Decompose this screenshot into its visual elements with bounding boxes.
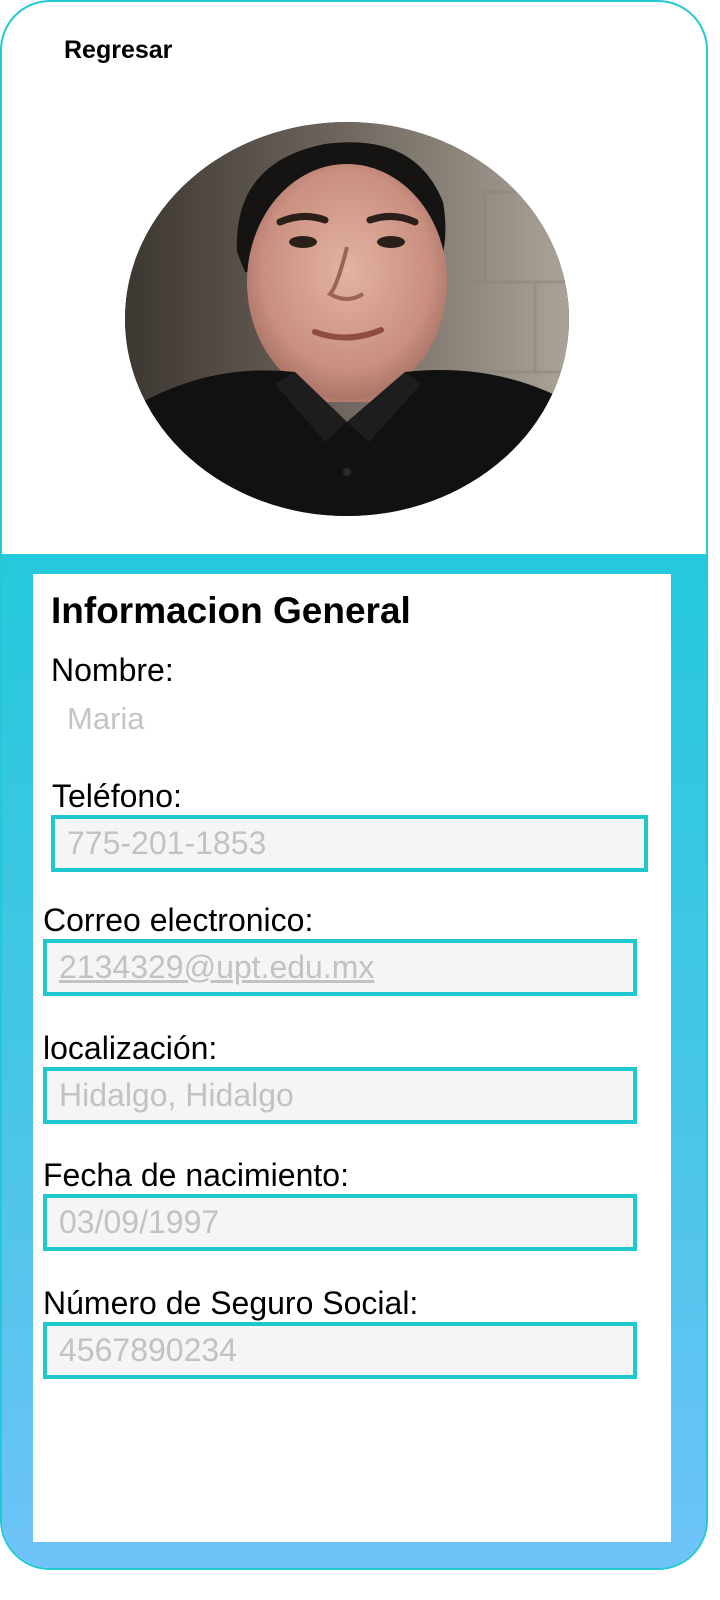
ssn-field[interactable]: 4567890234 — [43, 1322, 637, 1379]
location-field[interactable]: Hidalgo, Hidalgo — [43, 1067, 637, 1124]
name-label: Nombre: — [51, 652, 174, 688]
phone-value: 775-201-1853 — [67, 825, 267, 861]
birthdate-field[interactable]: 03/09/1997 — [43, 1194, 637, 1251]
email-field[interactable]: 2134329@upt.edu.mx — [43, 939, 637, 996]
ssn-value: 4567890234 — [59, 1332, 237, 1368]
birthdate-label: Fecha de nacimiento: — [43, 1157, 349, 1193]
email-value: 2134329@upt.edu.mx — [59, 949, 375, 985]
phone-field[interactable]: 775-201-1853 — [51, 815, 648, 872]
profile-photo — [125, 122, 569, 516]
location-label: localización: — [43, 1030, 218, 1066]
birthdate-value: 03/09/1997 — [59, 1204, 220, 1240]
back-button[interactable]: Regresar — [64, 36, 172, 65]
section-title: Informacion General — [51, 590, 411, 631]
email-label: Correo electronico: — [43, 902, 314, 938]
phone-label: Teléfono: — [52, 778, 182, 814]
ssn-label: Número de Seguro Social: — [43, 1285, 419, 1321]
profile-screen: Regresar Informacion General Nombre: Mar… — [0, 0, 708, 1570]
info-card: Informacion General Nombre: Maria Teléfo… — [33, 574, 671, 1542]
name-value: Maria — [67, 701, 145, 736]
location-value: Hidalgo, Hidalgo — [59, 1077, 294, 1113]
info-panel: Informacion General Nombre: Maria Teléfo… — [2, 554, 706, 1568]
